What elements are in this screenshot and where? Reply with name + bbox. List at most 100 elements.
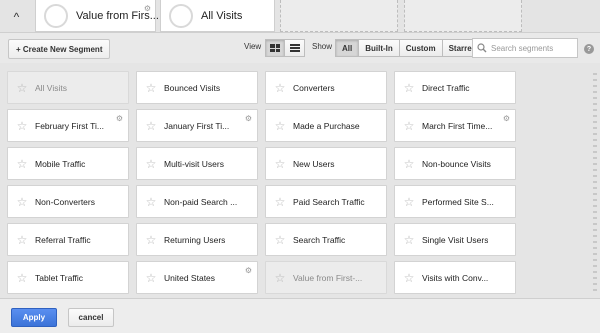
segment-card[interactable]: ☆ All Visits (7, 71, 129, 104)
segment-card[interactable]: ☆ Non-Converters (7, 185, 129, 218)
star-icon[interactable]: ☆ (269, 195, 291, 209)
grid-icon (270, 44, 280, 52)
segment-name: Non-bounce Visits (422, 158, 491, 169)
search-icon (477, 43, 487, 53)
segment-card[interactable]: ☆ Converters (265, 71, 387, 104)
search-box (472, 38, 579, 58)
segment-card[interactable]: ☆ Made a Purchase (265, 109, 387, 142)
star-icon[interactable]: ☆ (140, 81, 162, 95)
segment-name: March First Time... (422, 120, 493, 131)
segment-name: Mobile Traffic (35, 158, 86, 169)
show-label: Show (312, 42, 333, 51)
segment-card[interactable]: ☆ Visits with Conv... (394, 261, 516, 294)
segment-name: Single Visit Users (422, 234, 489, 245)
segment-card[interactable]: ☆ March First Time... ⚙ (394, 109, 516, 142)
star-icon[interactable]: ☆ (11, 157, 33, 171)
segment-card[interactable]: ☆ January First Ti... ⚙ (136, 109, 258, 142)
segment-card[interactable]: ☆ United States ⚙ (136, 261, 258, 294)
create-new-segment-button[interactable]: + Create New Segment (8, 39, 111, 59)
chevron-up-icon[interactable]: ^ (0, 0, 33, 33)
segment-card[interactable]: ☆ Value from First-... (265, 261, 387, 294)
star-icon[interactable]: ☆ (140, 233, 162, 247)
star-icon[interactable]: ☆ (11, 81, 33, 95)
segment-card[interactable]: ☆ Referral Traffic (7, 223, 129, 256)
star-icon[interactable]: ☆ (398, 195, 420, 209)
star-icon[interactable]: ☆ (269, 119, 291, 133)
segment-card[interactable]: ☆ Tablet Traffic (7, 261, 129, 294)
segment-card[interactable]: ☆ Non-bounce Visits (394, 147, 516, 180)
segment-name: Paid Search Traffic (293, 196, 365, 207)
empty-segment-slot[interactable] (404, 0, 522, 32)
segment-grid: ☆ All Visits ☆ Bounced Visits ☆ Converters ☆ Di… (0, 63, 600, 298)
show-filter-group: All Built-In Custom Starred (335, 39, 484, 57)
filter-all-button[interactable]: All (335, 39, 360, 57)
star-icon[interactable]: ☆ (269, 271, 291, 285)
segment-name: Value from First-... (293, 272, 363, 283)
filter-custom-button[interactable]: Custom (399, 39, 443, 57)
selected-segment-card[interactable]: Value from Firs... ⚙ (35, 0, 159, 32)
segment-card[interactable]: ☆ February First Ti... ⚙ (7, 109, 129, 142)
list-view-button[interactable] (285, 39, 305, 57)
segment-card[interactable]: ☆ Returning Users (136, 223, 258, 256)
help-icon[interactable]: ? (584, 44, 594, 54)
star-icon[interactable]: ☆ (140, 157, 162, 171)
search-segments-input[interactable] (491, 43, 579, 53)
segment-card[interactable]: ☆ Paid Search Traffic (265, 185, 387, 218)
segment-card[interactable]: ☆ New Users (265, 147, 387, 180)
segment-card[interactable]: ☆ Direct Traffic (394, 71, 516, 104)
gear-icon[interactable]: ⚙ (245, 266, 252, 275)
star-icon[interactable]: ☆ (269, 233, 291, 247)
segment-card[interactable]: ☆ Single Visit Users (394, 223, 516, 256)
segment-card[interactable]: ☆ Mobile Traffic (7, 147, 129, 180)
segment-card[interactable]: ☆ Search Traffic (265, 223, 387, 256)
gear-icon[interactable]: ⚙ (503, 114, 510, 123)
segment-name: New Users (293, 158, 335, 169)
segment-name: Non-paid Search ... (164, 196, 238, 207)
star-icon[interactable]: ☆ (11, 233, 33, 247)
gear-icon[interactable]: ⚙ (245, 114, 252, 123)
star-icon[interactable]: ☆ (11, 195, 33, 209)
gear-icon[interactable]: ⚙ (144, 4, 151, 13)
scrollbar[interactable] (593, 73, 597, 293)
segment-name: All Visits (35, 82, 67, 93)
segment-name: Converters (293, 82, 335, 93)
star-icon[interactable]: ☆ (140, 119, 162, 133)
star-icon[interactable]: ☆ (398, 271, 420, 285)
empty-segment-slot[interactable] (280, 0, 398, 32)
grid-view-button[interactable] (265, 39, 285, 57)
view-toggle (265, 39, 305, 57)
selected-segment-card[interactable]: All Visits (160, 0, 275, 32)
segment-name: February First Ti... (35, 120, 104, 131)
segment-name: Visits with Conv... (422, 272, 489, 283)
apply-button[interactable]: Apply (11, 308, 57, 327)
segment-card[interactable]: ☆ Non-paid Search ... (136, 185, 258, 218)
star-icon[interactable]: ☆ (269, 81, 291, 95)
star-icon[interactable]: ☆ (398, 81, 420, 95)
star-icon[interactable]: ☆ (398, 119, 420, 133)
segment-name: Made a Purchase (293, 120, 360, 131)
gear-icon[interactable]: ⚙ (116, 114, 123, 123)
star-icon[interactable]: ☆ (140, 195, 162, 209)
segment-card[interactable]: ☆ Multi-visit Users (136, 147, 258, 180)
segment-card[interactable]: ☆ Performed Site S... (394, 185, 516, 218)
segment-name: Referral Traffic (35, 234, 91, 245)
star-icon[interactable]: ☆ (11, 119, 33, 133)
cancel-button[interactable]: cancel (68, 308, 114, 327)
star-icon[interactable]: ☆ (11, 271, 33, 285)
segment-name: Performed Site S... (422, 196, 494, 207)
filter-built-in-button[interactable]: Built-In (359, 39, 400, 57)
segment-name: Returning Users (164, 234, 226, 245)
selected-segments-bar: ^ Value from Firs... ⚙ All Visits (0, 0, 600, 33)
segment-name: Bounced Visits (164, 82, 221, 93)
segment-name: Direct Traffic (422, 82, 470, 93)
segment-color-circle (169, 3, 193, 28)
footer-bar: Apply cancel (0, 298, 600, 333)
star-icon[interactable]: ☆ (398, 233, 420, 247)
segment-name: Tablet Traffic (35, 272, 84, 283)
segment-name: United States (164, 272, 216, 283)
star-icon[interactable]: ☆ (269, 157, 291, 171)
star-icon[interactable]: ☆ (140, 271, 162, 285)
star-icon[interactable]: ☆ (398, 157, 420, 171)
selected-segment-name: All Visits (201, 9, 243, 22)
segment-card[interactable]: ☆ Bounced Visits (136, 71, 258, 104)
